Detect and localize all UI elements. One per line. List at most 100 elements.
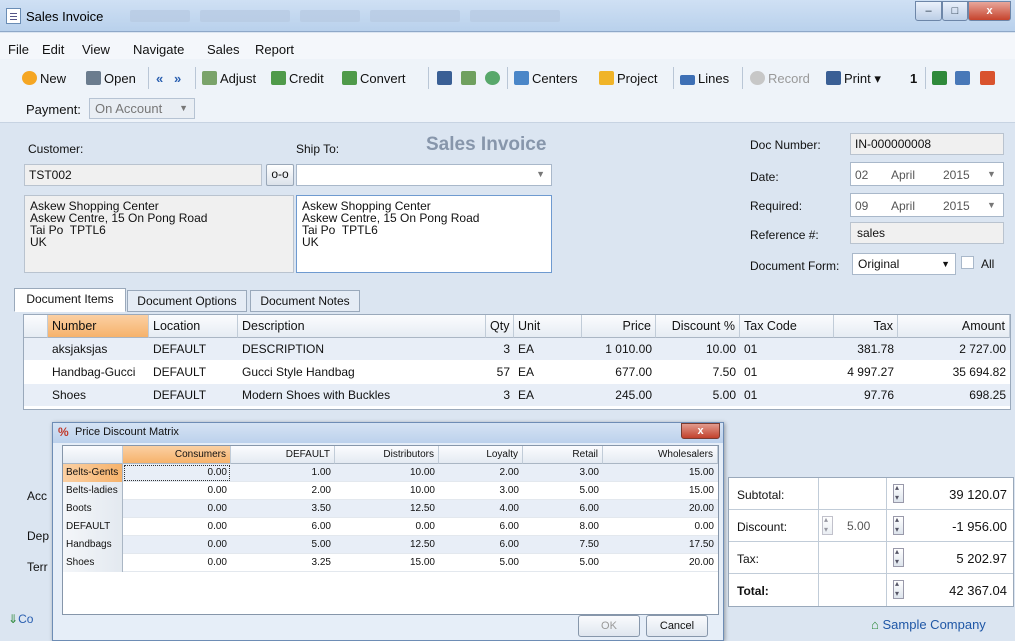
matrix-cell[interactable]: 7.50 <box>523 536 603 554</box>
matrix-cell[interactable]: 5.00 <box>523 482 603 500</box>
cell-amount[interactable]: 2 727.00 <box>898 338 1010 360</box>
matrix-cell[interactable]: 6.00 <box>523 500 603 518</box>
tab-document-options[interactable]: Document Options <box>127 290 247 312</box>
discount-pct-spinner[interactable] <box>822 515 833 535</box>
save-icon[interactable] <box>437 71 455 86</box>
users-icon[interactable] <box>955 71 973 86</box>
tab-document-items[interactable]: Document Items <box>14 288 126 312</box>
tax-spinner[interactable] <box>893 547 904 567</box>
cell-price[interactable]: 1 010.00 <box>582 338 656 360</box>
cell-number[interactable]: Handbag-Gucci <box>48 361 149 383</box>
next-icon[interactable]: » <box>174 71 181 86</box>
matrix-cell[interactable]: 0.00 <box>123 518 231 536</box>
new-button[interactable]: New <box>22 71 66 86</box>
customer-field[interactable]: TST002 <box>24 164 262 186</box>
cell-qty[interactable]: 3 <box>486 384 514 406</box>
matrix-cell[interactable]: 10.00 <box>335 482 439 500</box>
matrix-cell[interactable]: 2.00 <box>231 482 335 500</box>
binoculars-lookup-button[interactable]: o-o <box>266 164 294 186</box>
project-button[interactable]: Project <box>599 71 657 86</box>
cell-tax-code[interactable]: 01 <box>740 361 834 383</box>
column-header-qty[interactable]: Qty <box>486 315 514 338</box>
copy-icon[interactable] <box>461 71 479 86</box>
cell-location[interactable]: DEFAULT <box>149 361 238 383</box>
matrix-cell[interactable]: 3.25 <box>231 554 335 572</box>
credit-button[interactable]: Credit <box>271 71 324 86</box>
lines-button[interactable]: Lines <box>680 71 729 86</box>
column-header-location[interactable]: Location <box>149 315 238 338</box>
matrix-cell[interactable]: 0.00 <box>123 554 231 572</box>
maximize-button[interactable]: □ <box>942 1 968 21</box>
cell-location[interactable]: DEFAULT <box>149 338 238 360</box>
cell-tax[interactable]: 4 997.27 <box>834 361 898 383</box>
cell-discount[interactable]: 7.50 <box>656 361 740 383</box>
payment-dropdown[interactable]: On Account ▼ <box>89 98 195 119</box>
ship-to-address[interactable]: Askew Shopping Center Askew Centre, 15 O… <box>296 195 552 273</box>
matrix-header-loyalty[interactable]: Loyalty <box>439 446 523 464</box>
matrix-row[interactable]: Handbags 0.00 5.00 12.50 6.00 7.50 17.50 <box>63 536 718 554</box>
cancel-button[interactable]: Cancel <box>646 615 708 637</box>
date-picker[interactable]: 02 April 2015 ▼ <box>850 162 1004 186</box>
matrix-row[interactable]: Belts-Gents 0.00 1.00 10.00 2.00 3.00 15… <box>63 464 718 482</box>
discount-pct[interactable]: 5.00 <box>847 519 870 533</box>
menu-sales[interactable]: Sales <box>207 42 240 57</box>
required-date-picker[interactable]: 09 April 2015 ▼ <box>850 193 1004 217</box>
cell-price[interactable]: 245.00 <box>582 384 656 406</box>
matrix-row[interactable]: Belts-ladies 0.00 2.00 10.00 3.00 5.00 1… <box>63 482 718 500</box>
matrix-cell[interactable]: 0.00 <box>123 464 231 482</box>
cell-unit[interactable]: EA <box>514 361 582 383</box>
column-header-price[interactable]: Price <box>582 315 656 338</box>
column-header-tax-code[interactable]: Tax Code <box>740 315 834 338</box>
cell-number[interactable]: aksjaksjas <box>48 338 149 360</box>
matrix-cell[interactable]: 15.00 <box>603 464 718 482</box>
column-header-description[interactable]: Description <box>238 315 486 338</box>
open-button[interactable]: Open <box>86 71 136 86</box>
calendar-icon[interactable] <box>980 71 998 86</box>
matrix-cell[interactable]: 12.50 <box>335 500 439 518</box>
menu-navigate[interactable]: Navigate <box>133 42 184 57</box>
tab-document-notes[interactable]: Document Notes <box>250 290 360 312</box>
minimize-button[interactable]: – <box>915 1 942 21</box>
matrix-cell[interactable]: 3.50 <box>231 500 335 518</box>
matrix-cell[interactable]: 17.50 <box>603 536 718 554</box>
matrix-cell[interactable]: 10.00 <box>335 464 439 482</box>
cell-qty[interactable]: 3 <box>486 338 514 360</box>
previous-icon[interactable]: « <box>156 71 163 86</box>
menu-report[interactable]: Report <box>255 42 294 57</box>
matrix-cell[interactable]: 8.00 <box>523 518 603 536</box>
matrix-row[interactable]: DEFAULT 0.00 6.00 0.00 6.00 8.00 0.00 <box>63 518 718 536</box>
matrix-cell[interactable]: 20.00 <box>603 500 718 518</box>
book-icon[interactable] <box>932 71 950 86</box>
matrix-cell[interactable]: 4.00 <box>439 500 523 518</box>
matrix-cell[interactable]: 0.00 <box>123 482 231 500</box>
discount-spinner[interactable] <box>893 515 904 535</box>
matrix-cell[interactable]: 3.00 <box>439 482 523 500</box>
cell-discount[interactable]: 5.00 <box>656 384 740 406</box>
centers-button[interactable]: Centers <box>514 71 578 86</box>
matrix-cell[interactable]: 12.50 <box>335 536 439 554</box>
matrix-cell[interactable]: 2.00 <box>439 464 523 482</box>
cell-tax-code[interactable]: 01 <box>740 384 834 406</box>
matrix-cell[interactable]: 0.00 <box>335 518 439 536</box>
menu-view[interactable]: View <box>82 42 110 57</box>
total-spinner[interactable] <box>893 579 904 599</box>
document-form-dropdown[interactable]: Original ▼ <box>852 253 956 275</box>
convert-button[interactable]: Convert <box>342 71 406 86</box>
ship-to-dropdown[interactable]: ▼ <box>296 164 552 186</box>
reference-field[interactable]: sales <box>850 222 1004 244</box>
column-header-number[interactable]: Number <box>48 315 149 338</box>
matrix-cell[interactable]: 1.00 <box>231 464 335 482</box>
all-checkbox[interactable] <box>961 256 974 269</box>
company-link[interactable]: ⌂ Sample Company <box>871 617 986 632</box>
column-header-discount[interactable]: Discount % <box>656 315 740 338</box>
close-button[interactable]: x <box>968 1 1011 21</box>
matrix-cell[interactable]: 6.00 <box>439 518 523 536</box>
table-row[interactable]: Shoes DEFAULT Modern Shoes with Buckles … <box>24 384 1010 406</box>
matrix-cell[interactable]: 6.00 <box>231 518 335 536</box>
contact-link[interactable]: ⇓Co <box>8 612 33 626</box>
column-header-tax[interactable]: Tax <box>834 315 898 338</box>
menu-edit[interactable]: Edit <box>42 42 64 57</box>
cell-unit[interactable]: EA <box>514 338 582 360</box>
cell-number[interactable]: Shoes <box>48 384 149 406</box>
ok-button[interactable]: OK <box>578 615 640 637</box>
